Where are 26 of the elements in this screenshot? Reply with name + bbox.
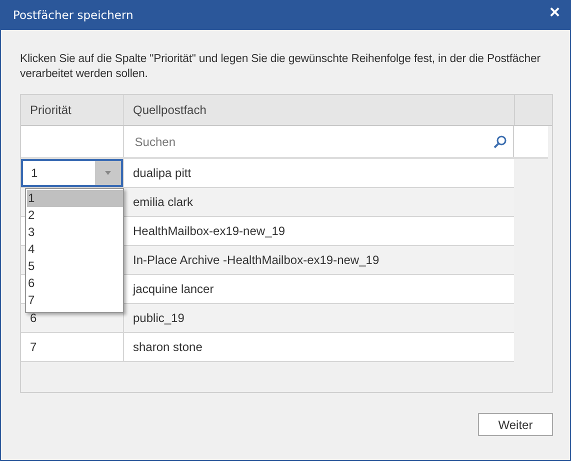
table-row[interactable]: 7 sharon stone (21, 333, 514, 362)
table-cell: public_19 (133, 311, 184, 325)
dropdown-option[interactable]: 5 (27, 258, 123, 275)
search-icon (493, 134, 508, 148)
table-cell: In-Place Archive -HealthMailbox-ex19-new_19 (133, 253, 380, 267)
search-input[interactable]: Suchen (132, 134, 494, 150)
table-cell: HealthMailbox-ex19-new_19 (133, 224, 286, 238)
window-title: Postfächer speichern (13, 8, 134, 22)
search-field[interactable]: Suchen (122, 126, 514, 157)
caret-icon (105, 171, 111, 175)
next-button[interactable]: Weiter (478, 413, 553, 436)
column-header[interactable]: Quellpostfach (123, 95, 514, 125)
priority-combobox[interactable]: 1 (21, 159, 123, 187)
instruction-text: Klicken Sie auf die Spalte "Priorität" und legen Sie die gewünschte Reihenfolge fest, in der die Postfächer verarbeitet werden sollen. (20, 52, 542, 82)
table-cell: 7 (30, 340, 37, 354)
table-row[interactable]: 1 dualipa pitt (21, 159, 514, 188)
dropdown-option[interactable]: 6 (27, 275, 123, 292)
table-cell: sharon stone (133, 340, 202, 354)
close-button[interactable]: × (539, 0, 570, 24)
dropdown-option[interactable]: 1 (27, 190, 123, 207)
column-header[interactable]: Priorität (21, 95, 123, 125)
dropdown-option[interactable]: 3 (27, 224, 123, 241)
table-cell: emilia clark (133, 195, 194, 209)
table-cell: 6 (30, 311, 37, 325)
table-cell: dualipa pitt (133, 166, 192, 180)
table-cell: jacquine lancer (133, 282, 214, 296)
